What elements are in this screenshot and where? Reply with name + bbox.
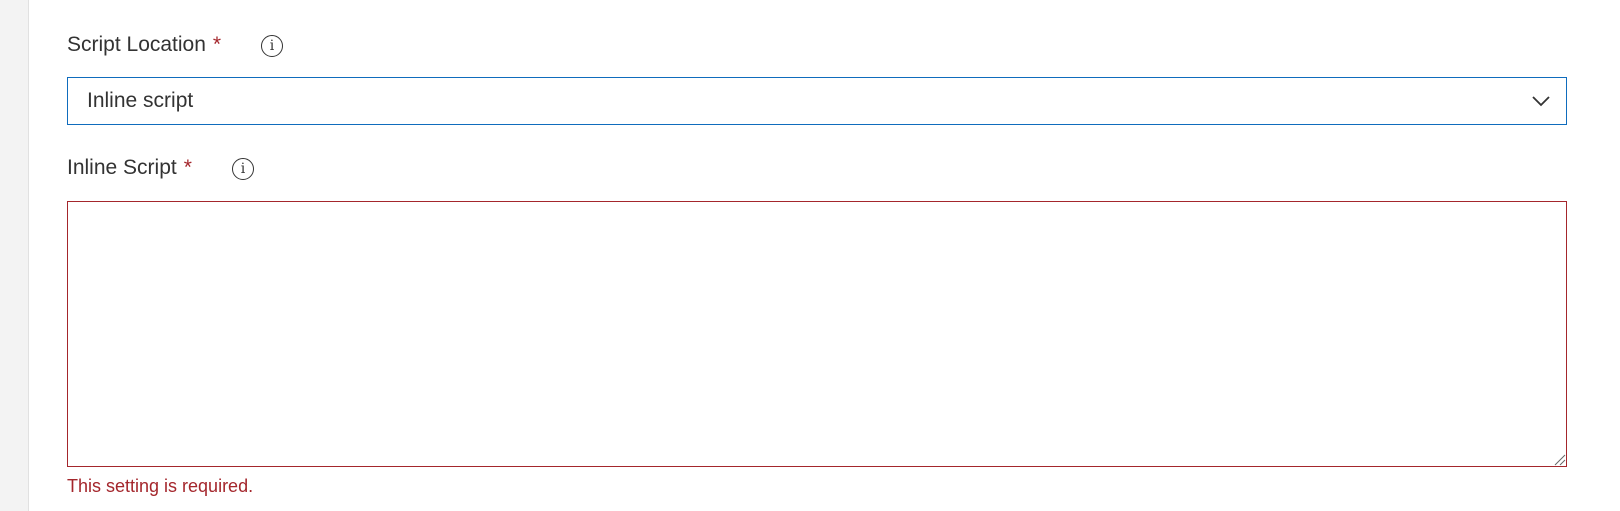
resize-grip-icon[interactable] <box>1552 452 1566 466</box>
info-icon[interactable]: i <box>261 35 283 57</box>
pipeline-task-settings-panel: Script Location * i Inline script Inline… <box>0 0 1620 511</box>
script-location-label-text: Script Location <box>67 33 206 56</box>
inline-script-textarea[interactable] <box>67 201 1567 467</box>
inline-script-label-text: Inline Script <box>67 156 177 179</box>
required-marker: * <box>183 156 192 179</box>
chevron-down-icon <box>1532 96 1550 107</box>
inline-script-error-message: This setting is required. <box>67 476 254 496</box>
required-marker: * <box>212 33 222 56</box>
script-location-dropdown[interactable]: Inline script <box>67 77 1567 125</box>
inline-script-label: Inline Script * <box>67 153 192 183</box>
info-icon[interactable]: i <box>232 158 254 180</box>
script-location-selected-value: Inline script <box>87 89 194 112</box>
script-location-label: Script Location * <box>67 30 221 60</box>
left-gutter <box>0 0 29 511</box>
